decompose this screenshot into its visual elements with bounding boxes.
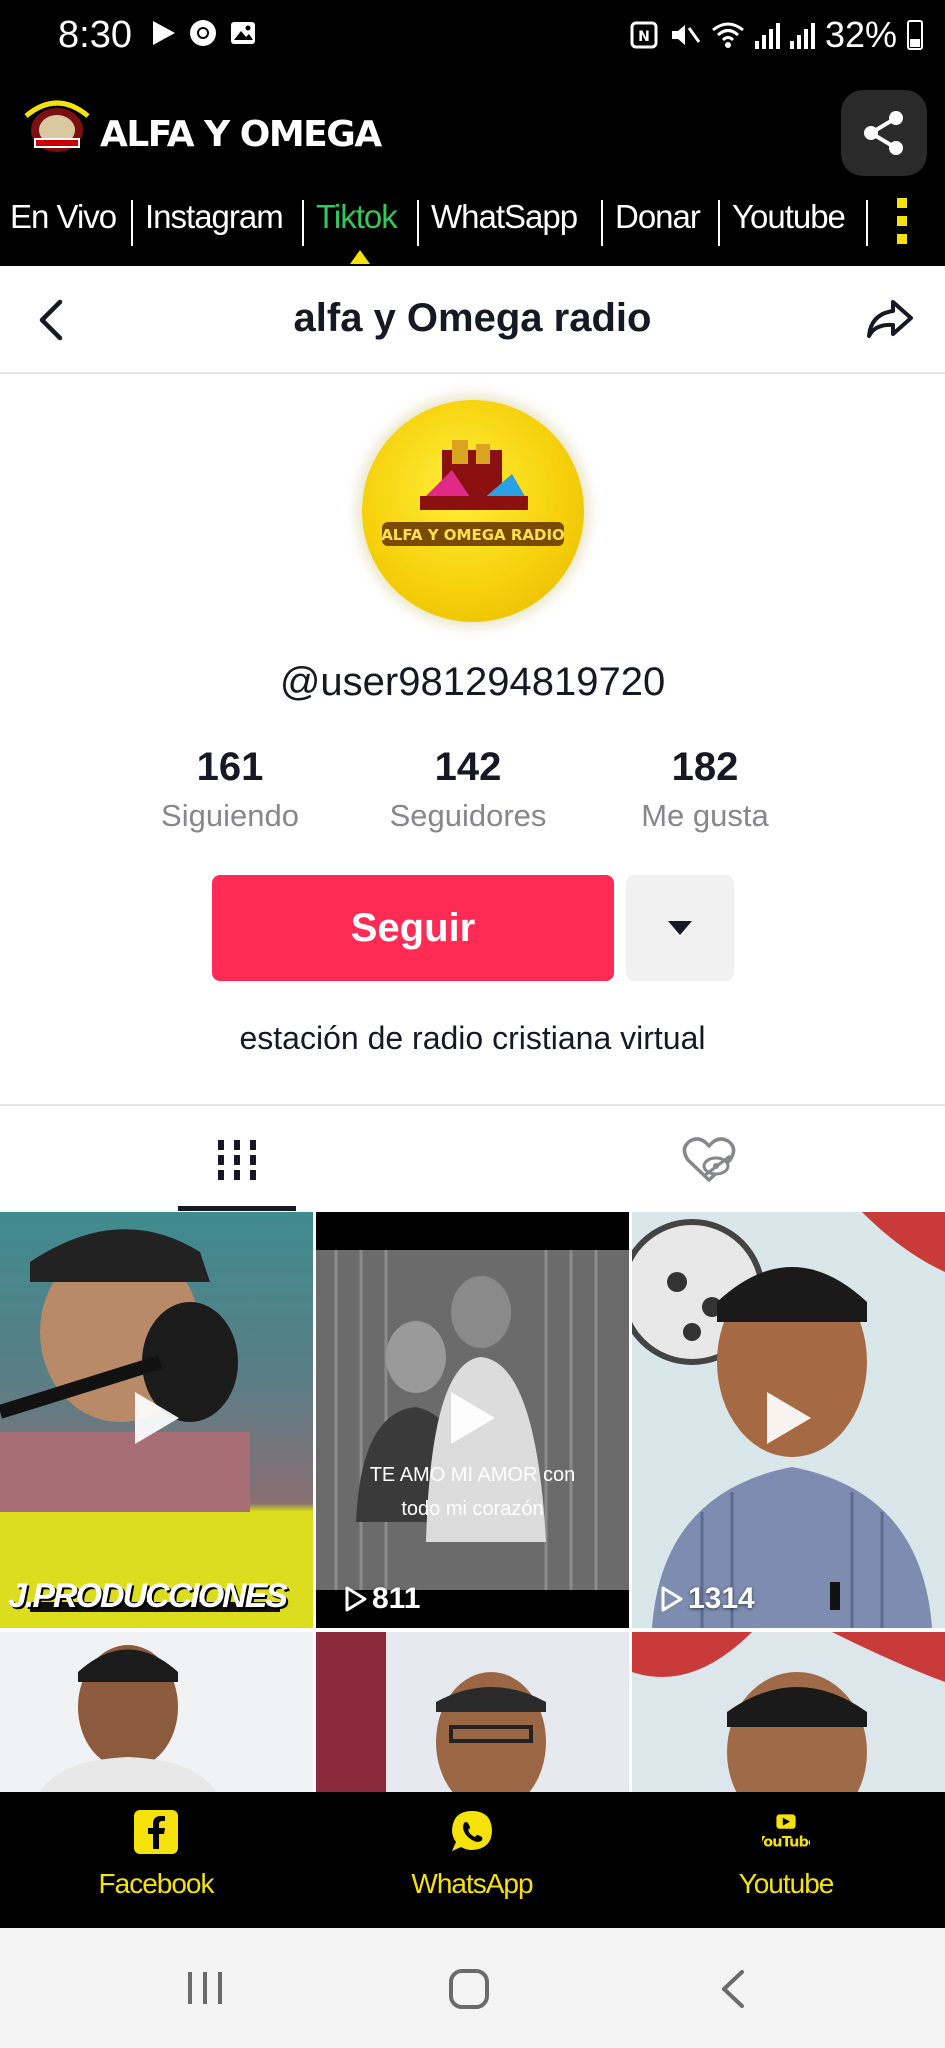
video-3-view-count: 1314 <box>660 1582 755 1616</box>
gallery-icon <box>231 22 255 44</box>
stat-likes-label: Me gusta <box>641 798 769 833</box>
video-thumbnail-1[interactable]: J.PRODUCCIONES <box>0 1212 313 1628</box>
bottom-nav-facebook-label: Facebook <box>98 1868 215 1899</box>
video-2-caption-line-2: todo mi corazón <box>401 1498 544 1520</box>
tab-separator <box>718 200 720 246</box>
bottom-nav-youtube[interactable]: YouTube Youtube <box>666 1808 906 1900</box>
share-arrow-icon[interactable] <box>865 296 915 342</box>
app-logo <box>24 100 90 152</box>
play-icon <box>766 1392 811 1444</box>
facebook-icon <box>132 1808 180 1856</box>
play-store-icon <box>153 21 175 45</box>
video-4-image <box>0 1632 313 1792</box>
stat-followers-label: Seguidores <box>389 798 547 833</box>
battery-percent: 32% <box>824 14 897 55</box>
status-bar: 8:30 N 32% <box>0 0 945 72</box>
video-thumbnail-5[interactable] <box>316 1632 629 1792</box>
back-icon[interactable] <box>718 1968 748 2010</box>
recent-apps-icon[interactable] <box>184 1968 226 2008</box>
tab-separator <box>417 200 419 246</box>
tab-separator <box>302 200 304 246</box>
nav-tabs: En Vivo Instagram Tiktok WhatSapp Donar … <box>0 180 945 266</box>
video-2-view-count: 811 <box>344 1582 420 1616</box>
app-header: ALFA Y OMEGA <box>0 72 945 180</box>
bottom-nav-whatsapp[interactable]: WhatsApp <box>352 1808 592 1900</box>
caret-down-icon <box>668 921 692 935</box>
video-2-caption-line-1: TE AMO MI AMOR con <box>369 1464 576 1486</box>
play-icon <box>134 1392 179 1444</box>
video-grid: J.PRODUCCIONES TE AMO MI AMOR con todo m… <box>0 1212 945 1792</box>
system-navigation-bar <box>0 1928 945 2048</box>
play-outline-icon <box>661 1586 683 1612</box>
bottom-nav-youtube-label: Youtube <box>738 1868 835 1899</box>
signal-icon-2 <box>789 21 815 49</box>
system-indicators: N 32% <box>629 14 923 56</box>
play-icon <box>450 1392 495 1444</box>
share-button[interactable] <box>841 90 927 176</box>
bottom-nav-facebook[interactable]: Facebook <box>36 1808 276 1900</box>
active-tab-indicator <box>350 250 370 264</box>
tab-youtube[interactable]: Youtube <box>732 198 846 236</box>
suggested-accounts-button[interactable] <box>626 875 734 981</box>
tab-whatsapp[interactable]: WhatSapp <box>431 198 578 236</box>
play-outline-icon <box>345 1586 367 1612</box>
stat-likes: 182 Me gusta <box>595 745 815 834</box>
videos-grid-icon[interactable] <box>218 1140 256 1180</box>
whatsapp-icon <box>448 1808 496 1856</box>
youtube-icon: YouTube <box>762 1808 810 1856</box>
stat-following[interactable]: 161 Siguiendo <box>120 745 340 834</box>
home-icon[interactable] <box>448 1968 490 2010</box>
active-content-tab-underline <box>178 1206 296 1211</box>
profile-bio: estación de radio cristiana virtual <box>239 1020 706 1056</box>
tab-separator <box>601 200 603 246</box>
video-thumbnail-3[interactable]: 1314 <box>632 1212 945 1628</box>
battery-icon <box>907 20 923 50</box>
mute-icon <box>671 25 701 45</box>
tab-donar[interactable]: Donar <box>615 198 701 236</box>
username: @user981294819720 <box>279 660 666 704</box>
stat-following-count: 161 <box>196 745 264 789</box>
tab-separator <box>866 200 868 246</box>
tiktok-header: alfa y Omega radio <box>0 266 945 374</box>
video-1-watermark: J.PRODUCCIONES <box>8 1577 288 1615</box>
video-thumbnail-2[interactable]: TE AMO MI AMOR con todo mi corazón 811 <box>316 1212 629 1628</box>
tab-tiktok[interactable]: Tiktok <box>316 198 398 236</box>
stat-likes-count: 182 <box>671 745 739 789</box>
follow-button[interactable]: Seguir <box>212 875 614 981</box>
video-2-views: 811 <box>372 1582 421 1615</box>
video-thumbnail-6[interactable] <box>632 1632 945 1792</box>
app-title: ALFA Y OMEGA <box>100 114 382 155</box>
nfc-icon: N <box>630 21 658 49</box>
tab-separator <box>131 200 133 246</box>
bottom-navigation: Facebook WhatsApp YouTube Youtube <box>0 1792 945 1928</box>
tab-instagram[interactable]: Instagram <box>145 198 284 236</box>
video-3-views: 1314 <box>688 1582 755 1615</box>
stat-followers-count: 142 <box>434 745 502 789</box>
status-time: 8:30 <box>58 14 132 56</box>
profile-title: alfa y Omega radio <box>293 296 652 340</box>
more-menu-icon[interactable] <box>897 198 907 244</box>
signal-icon <box>754 21 780 49</box>
liked-videos-hidden-icon[interactable] <box>682 1136 736 1184</box>
tab-en-vivo[interactable]: En Vivo <box>10 198 117 236</box>
content-tabs <box>0 1104 945 1211</box>
stat-followers[interactable]: 142 Seguidores <box>358 745 578 834</box>
svg-text:N: N <box>638 29 650 45</box>
bottom-nav-whatsapp-label: WhatsApp <box>411 1868 533 1899</box>
stat-following-label: Siguiendo <box>161 798 299 833</box>
profile-avatar[interactable]: ALFA Y OMEGA RADIO <box>362 400 584 622</box>
notification-icons <box>148 18 258 48</box>
video-thumbnail-4[interactable] <box>0 1632 313 1792</box>
wifi-icon <box>712 22 744 48</box>
video-5-image <box>316 1632 629 1792</box>
chrome-icon <box>190 20 216 46</box>
share-icon <box>864 111 903 155</box>
svg-text:YouTube: YouTube <box>762 1834 810 1850</box>
svg-text:ALFA Y OMEGA RADIO: ALFA Y OMEGA RADIO <box>381 526 565 544</box>
avatar-logo: ALFA Y OMEGA RADIO <box>381 440 565 546</box>
video-6-image <box>632 1632 945 1792</box>
